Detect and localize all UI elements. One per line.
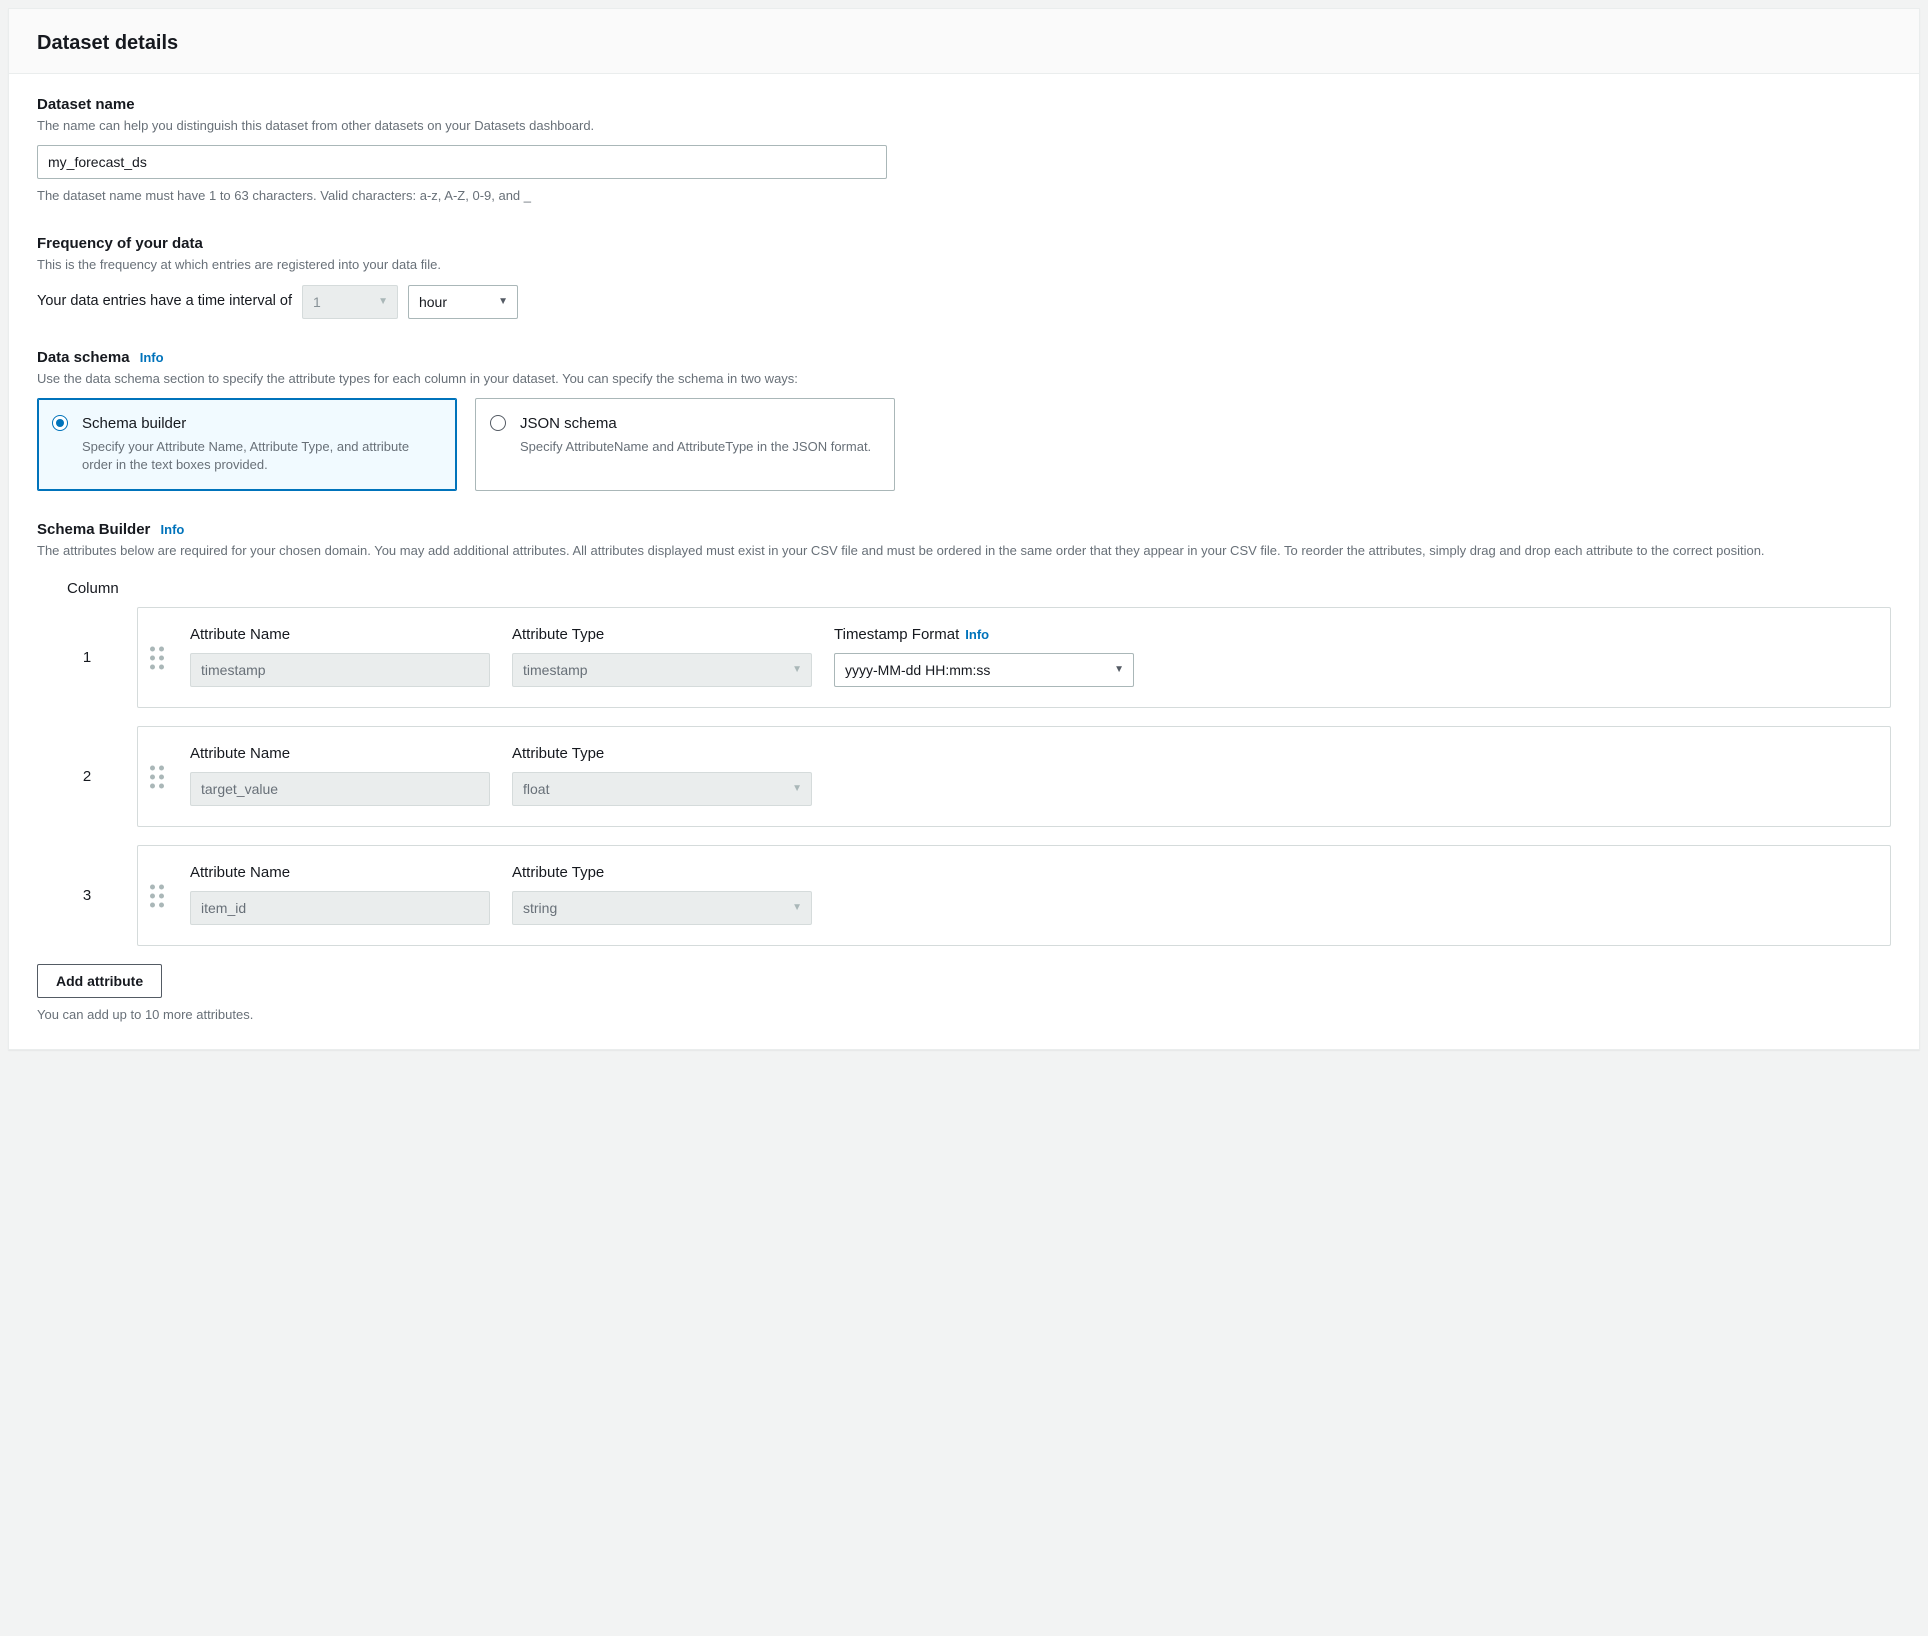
schema-builder-section: Schema Builder Info The attributes below… xyxy=(37,519,1891,946)
schema-builder-info-link[interactable]: Info xyxy=(161,522,185,537)
interval-select xyxy=(302,285,398,319)
dataset-name-hint: The dataset name must have 1 to 63 chara… xyxy=(37,187,1891,205)
json-schema-option-title: JSON schema xyxy=(520,413,878,434)
data-schema-description: Use the data schema section to specify t… xyxy=(37,370,1891,388)
column-header: Column xyxy=(37,578,1891,607)
attribute-card: Attribute Name Attribute Type ▼ xyxy=(137,607,1891,708)
panel-body: Dataset name The name can help you disti… xyxy=(9,74,1919,1049)
timestamp-format-select[interactable] xyxy=(834,653,1134,687)
json-schema-option-desc: Specify AttributeName and AttributeType … xyxy=(520,438,878,456)
radio-icon xyxy=(490,415,506,431)
attribute-name-label: Attribute Name xyxy=(190,862,490,883)
unit-select-wrap[interactable]: ▼ xyxy=(408,285,518,319)
frequency-description: This is the frequency at which entries a… xyxy=(37,256,1891,274)
json-schema-option[interactable]: JSON schema Specify AttributeName and At… xyxy=(475,398,895,491)
attribute-index: 1 xyxy=(37,607,137,708)
add-attribute-hint: You can add up to 10 more attributes. xyxy=(37,1006,1891,1024)
dataset-details-panel: Dataset details Dataset name The name ca… xyxy=(8,8,1920,1050)
dataset-name-label: Dataset name xyxy=(37,94,1891,115)
data-schema-label: Data schema Info xyxy=(37,347,1891,368)
attribute-row: 2 Attribute Name Attribute Type ▼ xyxy=(37,726,1891,827)
dataset-name-section: Dataset name The name can help you disti… xyxy=(37,94,1891,205)
attribute-type-select xyxy=(512,891,812,925)
attribute-index: 3 xyxy=(37,845,137,946)
data-schema-section: Data schema Info Use the data schema sec… xyxy=(37,347,1891,492)
attribute-card: Attribute Name Attribute Type ▼ xyxy=(137,726,1891,827)
attribute-name-input xyxy=(190,772,490,806)
frequency-section: Frequency of your data This is the frequ… xyxy=(37,233,1891,318)
attribute-name-input xyxy=(190,891,490,925)
page-title: Dataset details xyxy=(37,29,1891,57)
dataset-name-description: The name can help you distinguish this d… xyxy=(37,117,1891,135)
drag-handle-icon[interactable] xyxy=(150,646,164,669)
schema-builder-label: Schema Builder Info xyxy=(37,519,1891,540)
attribute-card: Attribute Name Attribute Type ▼ xyxy=(137,845,1891,946)
dataset-name-input[interactable] xyxy=(37,145,887,179)
attribute-row: 1 Attribute Name Attribute Type ▼ xyxy=(37,607,1891,708)
interval-select-wrap: ▼ xyxy=(302,285,398,319)
attribute-type-label: Attribute Type xyxy=(512,624,812,645)
timestamp-format-label: Timestamp Format Info xyxy=(834,624,1134,645)
attribute-type-select xyxy=(512,653,812,687)
panel-header: Dataset details xyxy=(9,9,1919,74)
frequency-label: Frequency of your data xyxy=(37,233,1891,254)
schema-builder-description: The attributes below are required for yo… xyxy=(37,542,1891,560)
schema-builder-option-desc: Specify your Attribute Name, Attribute T… xyxy=(82,438,440,474)
schema-builder-option[interactable]: Schema builder Specify your Attribute Na… xyxy=(37,398,457,491)
attribute-row: 3 Attribute Name Attribute Type ▼ xyxy=(37,845,1891,946)
add-attribute-button[interactable]: Add attribute xyxy=(37,964,162,998)
unit-select[interactable] xyxy=(408,285,518,319)
attribute-type-label: Attribute Type xyxy=(512,743,812,764)
attribute-name-label: Attribute Name xyxy=(190,743,490,764)
attribute-type-label: Attribute Type xyxy=(512,862,812,883)
timestamp-format-info-link[interactable]: Info xyxy=(965,626,989,644)
drag-handle-icon[interactable] xyxy=(150,884,164,907)
attribute-name-label: Attribute Name xyxy=(190,624,490,645)
data-schema-info-link[interactable]: Info xyxy=(140,350,164,365)
radio-icon xyxy=(52,415,68,431)
drag-handle-icon[interactable] xyxy=(150,765,164,788)
attribute-index: 2 xyxy=(37,726,137,827)
attribute-type-select xyxy=(512,772,812,806)
schema-builder-option-title: Schema builder xyxy=(82,413,440,434)
attribute-name-input xyxy=(190,653,490,687)
frequency-inline-label: Your data entries have a time interval o… xyxy=(37,291,292,311)
